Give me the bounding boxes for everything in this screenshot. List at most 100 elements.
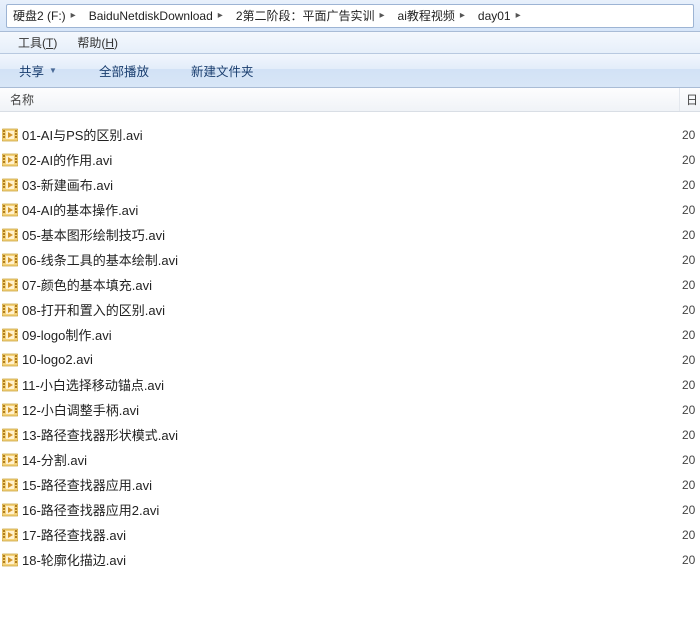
video-file-icon	[2, 127, 18, 143]
video-file-icon	[2, 227, 18, 243]
file-date: 20	[680, 503, 700, 517]
file-item[interactable]: 18-轮廓化描边.avi20	[0, 547, 700, 572]
file-date: 20	[680, 328, 700, 342]
file-date: 20	[680, 153, 700, 167]
breadcrumb-label: BaiduNetdiskDownload	[89, 9, 213, 23]
file-name: 09-logo制作.avi	[22, 325, 680, 344]
video-file-icon	[2, 252, 18, 268]
video-file-icon	[2, 452, 18, 468]
menu-tools-key: T	[46, 36, 53, 50]
breadcrumb-item[interactable]: BaiduNetdiskDownload ▸	[83, 5, 230, 27]
file-item[interactable]: 16-路径查找器应用2.avi20	[0, 497, 700, 522]
breadcrumb-label: 2第二阶段：平面广告实训	[236, 7, 375, 24]
play-all-button[interactable]: 全部播放	[88, 57, 160, 84]
file-date: 20	[680, 128, 700, 142]
breadcrumb-item[interactable]: 硬盘2 (F:)▸	[7, 5, 83, 27]
command-bar: 共享 ▼ 全部播放 新建文件夹	[0, 54, 700, 88]
file-date: 20	[680, 303, 700, 317]
video-file-icon	[2, 302, 18, 318]
file-item[interactable]: 17-路径查找器.avi20	[0, 522, 700, 547]
file-item[interactable]: 07-颜色的基本填充.avi20	[0, 272, 700, 297]
file-item[interactable]: 02-AI的作用.avi20	[0, 147, 700, 172]
file-item[interactable]: 12-小白调整手柄.avi20	[0, 397, 700, 422]
file-date: 20	[680, 278, 700, 292]
breadcrumb-label: ai教程视频	[398, 7, 455, 24]
chevron-right-icon: ▸	[71, 10, 76, 21]
file-date: 20	[680, 478, 700, 492]
menu-tools[interactable]: 工具(T)	[8, 32, 67, 53]
video-file-icon	[2, 277, 18, 293]
file-item[interactable]: 08-打开和置入的区别.avi20	[0, 297, 700, 322]
file-date: 20	[680, 528, 700, 542]
new-folder-button[interactable]: 新建文件夹	[180, 57, 265, 84]
file-date: 20	[680, 353, 700, 367]
share-button[interactable]: 共享 ▼	[8, 57, 68, 84]
file-item[interactable]: 11-小白选择移动锚点.avi20	[0, 372, 700, 397]
file-date: 20	[680, 178, 700, 192]
video-file-icon	[2, 427, 18, 443]
chevron-right-icon: ▸	[516, 10, 521, 21]
file-name: 10-logo2.avi	[22, 352, 680, 367]
file-date: 20	[680, 453, 700, 467]
file-name: 06-线条工具的基本绘制.avi	[22, 250, 680, 269]
video-file-icon	[2, 177, 18, 193]
file-list: 01-AI与PS的区别.avi2002-AI的作用.avi2003-新建画布.a…	[0, 112, 700, 627]
file-name: 07-颜色的基本填充.avi	[22, 275, 680, 294]
file-name: 11-小白选择移动锚点.avi	[22, 375, 680, 394]
video-file-icon	[2, 552, 18, 568]
play-all-label: 全部播放	[99, 61, 149, 80]
menu-bar: 工具(T) 帮助(H)	[0, 32, 700, 54]
video-file-icon	[2, 402, 18, 418]
breadcrumb-item[interactable]: ai教程视频 ▸	[392, 5, 472, 27]
file-date: 20	[680, 403, 700, 417]
chevron-right-icon: ▸	[218, 10, 223, 21]
column-date-label: 日	[686, 91, 698, 108]
file-name: 08-打开和置入的区别.avi	[22, 300, 680, 319]
file-item[interactable]: 05-基本图形绘制技巧.avi20	[0, 222, 700, 247]
breadcrumb[interactable]: 硬盘2 (F:)▸BaiduNetdiskDownload▸2第二阶段：平面广告…	[6, 4, 694, 28]
file-date: 20	[680, 253, 700, 267]
new-folder-label: 新建文件夹	[191, 61, 254, 80]
file-date: 20	[680, 428, 700, 442]
file-name: 14-分割.avi	[22, 450, 680, 469]
column-name[interactable]: 名称	[0, 88, 680, 111]
menu-help-label: 帮助	[77, 36, 101, 50]
file-name: 01-AI与PS的区别.avi	[22, 125, 680, 144]
file-item[interactable]: 13-路径查找器形状模式.avi20	[0, 422, 700, 447]
column-name-label: 名称	[10, 91, 34, 108]
breadcrumb-label: day01	[478, 9, 511, 23]
breadcrumb-item[interactable]: day01 ▸	[472, 5, 528, 27]
file-date: 20	[680, 378, 700, 392]
file-item[interactable]: 03-新建画布.avi20	[0, 172, 700, 197]
file-item[interactable]: 01-AI与PS的区别.avi20	[0, 122, 700, 147]
file-name: 13-路径查找器形状模式.avi	[22, 425, 680, 444]
file-date: 20	[680, 203, 700, 217]
video-file-icon	[2, 152, 18, 168]
menu-tools-label: 工具	[18, 36, 42, 50]
file-name: 04-AI的基本操作.avi	[22, 200, 680, 219]
file-name: 15-路径查找器应用.avi	[22, 475, 680, 494]
file-name: 16-路径查找器应用2.avi	[22, 500, 680, 519]
column-date[interactable]: 日	[680, 88, 700, 111]
file-item[interactable]: 09-logo制作.avi20	[0, 322, 700, 347]
video-file-icon	[2, 327, 18, 343]
file-item[interactable]: 04-AI的基本操作.avi20	[0, 197, 700, 222]
file-name: 02-AI的作用.avi	[22, 150, 680, 169]
video-file-icon	[2, 477, 18, 493]
file-date: 20	[680, 228, 700, 242]
breadcrumb-item[interactable]: 2第二阶段：平面广告实训 ▸	[230, 5, 392, 27]
file-name: 05-基本图形绘制技巧.avi	[22, 225, 680, 244]
menu-help[interactable]: 帮助(H)	[67, 32, 128, 53]
chevron-right-icon: ▸	[380, 10, 385, 21]
file-name: 18-轮廓化描边.avi	[22, 550, 680, 569]
file-item[interactable]: 15-路径查找器应用.avi20	[0, 472, 700, 497]
file-item[interactable]: 10-logo2.avi20	[0, 347, 700, 372]
file-item[interactable]: 14-分割.avi20	[0, 447, 700, 472]
file-item[interactable]: 06-线条工具的基本绘制.avi20	[0, 247, 700, 272]
video-file-icon	[2, 202, 18, 218]
address-bar: 硬盘2 (F:)▸BaiduNetdiskDownload▸2第二阶段：平面广告…	[0, 0, 700, 32]
chevron-right-icon: ▸	[460, 10, 465, 21]
video-file-icon	[2, 352, 18, 368]
menu-help-key: H	[105, 36, 114, 50]
column-header: 名称 日	[0, 88, 700, 112]
